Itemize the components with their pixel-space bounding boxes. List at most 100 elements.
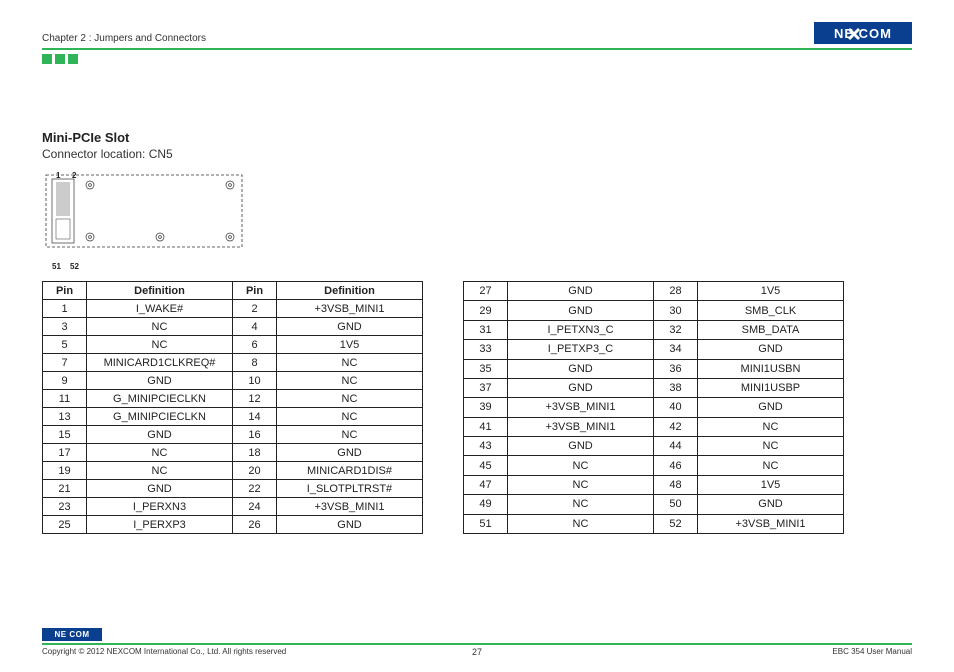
- table-row: 49NC50GND: [464, 495, 844, 514]
- table-row: 9GND10NC: [43, 372, 423, 390]
- footer-logo: NE COM: [42, 628, 102, 641]
- brand-logo: NE COM: [814, 22, 912, 44]
- cell-def: NC: [508, 475, 654, 494]
- cell-pin: 46: [654, 456, 698, 475]
- cell-def: GND: [87, 372, 233, 390]
- cell-pin: 48: [654, 475, 698, 494]
- cell-pin: 1: [43, 300, 87, 318]
- cell-pin: 17: [43, 444, 87, 462]
- cell-pin: 27: [464, 282, 508, 301]
- cell-pin: 52: [654, 514, 698, 534]
- cell-pin: 42: [654, 417, 698, 436]
- cell-def: +3VSB_MINI1: [508, 417, 654, 436]
- cell-def: NC: [508, 495, 654, 514]
- footer-doc: EBC 354 User Manual: [832, 647, 912, 656]
- cell-def: NC: [277, 390, 423, 408]
- cell-def: GND: [508, 437, 654, 456]
- table-row: 51NC52+3VSB_MINI1: [464, 514, 844, 534]
- cell-pin: 23: [43, 498, 87, 516]
- cell-pin: 41: [464, 417, 508, 436]
- cell-def: 1V5: [698, 282, 844, 301]
- cell-pin: 7: [43, 354, 87, 372]
- table-row: 39+3VSB_MINI140GND: [464, 398, 844, 417]
- cell-def: 1V5: [277, 336, 423, 354]
- cell-def: NC: [277, 408, 423, 426]
- footer-line: Copyright © 2012 NEXCOM International Co…: [42, 643, 912, 656]
- cell-def: NC: [87, 336, 233, 354]
- connector-svg-icon: [42, 171, 246, 251]
- pinout-tables: Pin Definition Pin Definition 1I_WAKE#2+…: [42, 281, 912, 534]
- cell-def: +3VSB_MINI1: [508, 398, 654, 417]
- cell-pin: 11: [43, 390, 87, 408]
- cell-pin: 37: [464, 378, 508, 397]
- cell-def: GND: [508, 301, 654, 320]
- header: Chapter 2 : Jumpers and Connectors NE CO…: [42, 18, 912, 44]
- cell-def: G_MINIPCIECLKN: [87, 408, 233, 426]
- th-pin: Pin: [233, 282, 277, 300]
- cell-def: GND: [508, 359, 654, 378]
- table-row: 11G_MINIPCIECLKN12NC: [43, 390, 423, 408]
- cell-def: MINI1USBP: [698, 378, 844, 397]
- cell-pin: 44: [654, 437, 698, 456]
- section-title: Mini-PCIe Slot: [42, 130, 912, 145]
- cell-pin: 24: [233, 498, 277, 516]
- cell-def: GND: [87, 426, 233, 444]
- table-row: 29GND30SMB_CLK: [464, 301, 844, 320]
- th-def: Definition: [87, 282, 233, 300]
- cell-pin: 19: [43, 462, 87, 480]
- pinout-table-right: 27GND281V529GND30SMB_CLK31I_PETXN3_C32SM…: [463, 281, 844, 534]
- cell-def: GND: [277, 516, 423, 534]
- cell-def: I_WAKE#: [87, 300, 233, 318]
- pin-label-51: 51: [52, 262, 61, 271]
- footer: NE COM Copyright © 2012 NEXCOM Internati…: [42, 628, 912, 656]
- cell-def: 1V5: [698, 475, 844, 494]
- header-divider: [42, 48, 912, 50]
- cell-def: +3VSB_MINI1: [698, 514, 844, 534]
- section-subtitle: Connector location: CN5: [42, 147, 912, 161]
- cell-pin: 3: [43, 318, 87, 336]
- cell-def: G_MINIPCIECLKN: [87, 390, 233, 408]
- cell-def: GND: [277, 444, 423, 462]
- table-row: 17NC18GND: [43, 444, 423, 462]
- sq-icon: [68, 54, 78, 64]
- cell-pin: 2: [233, 300, 277, 318]
- cell-pin: 49: [464, 495, 508, 514]
- table-row: 35GND36MINI1USBN: [464, 359, 844, 378]
- cell-pin: 47: [464, 475, 508, 494]
- cell-pin: 33: [464, 340, 508, 359]
- table-row: 41+3VSB_MINI142NC: [464, 417, 844, 436]
- pinout-table-left: Pin Definition Pin Definition 1I_WAKE#2+…: [42, 281, 423, 534]
- cell-pin: 32: [654, 320, 698, 339]
- cell-def: +3VSB_MINI1: [277, 498, 423, 516]
- cell-def: GND: [508, 282, 654, 301]
- footer-copyright: Copyright © 2012 NEXCOM International Co…: [42, 647, 286, 656]
- decorative-squares: [42, 54, 912, 64]
- table-row: 33I_PETXP3_C34GND: [464, 340, 844, 359]
- cell-def: NC: [277, 372, 423, 390]
- cell-pin: 34: [654, 340, 698, 359]
- cell-def: MINI1USBN: [698, 359, 844, 378]
- pin-label-52: 52: [70, 262, 79, 271]
- cell-pin: 12: [233, 390, 277, 408]
- table-row: 43GND44NC: [464, 437, 844, 456]
- cell-pin: 29: [464, 301, 508, 320]
- cell-def: NC: [698, 437, 844, 456]
- th-pin: Pin: [43, 282, 87, 300]
- cell-pin: 50: [654, 495, 698, 514]
- cell-def: NC: [87, 444, 233, 462]
- cell-def: GND: [87, 480, 233, 498]
- cell-def: GND: [277, 318, 423, 336]
- cell-pin: 30: [654, 301, 698, 320]
- cell-pin: 22: [233, 480, 277, 498]
- cell-def: SMB_CLK: [698, 301, 844, 320]
- cell-pin: 18: [233, 444, 277, 462]
- cell-pin: 25: [43, 516, 87, 534]
- cell-pin: 45: [464, 456, 508, 475]
- cell-def: I_PERXP3: [87, 516, 233, 534]
- cell-pin: 14: [233, 408, 277, 426]
- chapter-title: Chapter 2 : Jumpers and Connectors: [42, 33, 206, 44]
- table-row: 1I_WAKE#2+3VSB_MINI1: [43, 300, 423, 318]
- table-row: 31I_PETXN3_C32SMB_DATA: [464, 320, 844, 339]
- cell-pin: 43: [464, 437, 508, 456]
- table-row: 3NC4GND: [43, 318, 423, 336]
